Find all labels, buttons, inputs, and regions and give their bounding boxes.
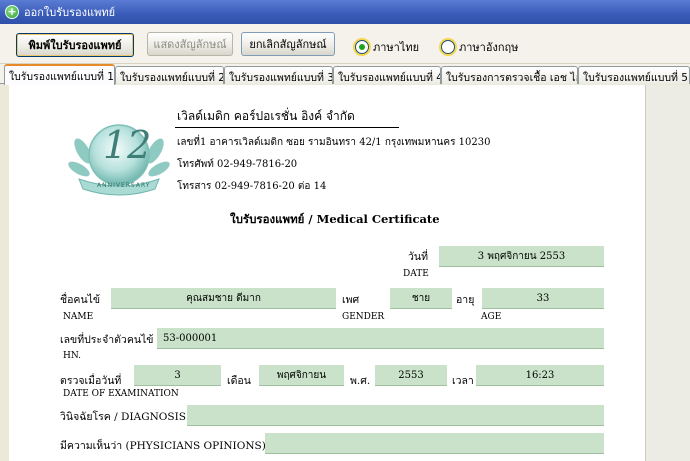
show-sign-button[interactable]: แสดงสัญลักษณ์ (147, 32, 233, 56)
right-gray-area (645, 85, 690, 461)
tab-certificate-1[interactable]: ใบรับรองแพทย์แบบที่ 1 (4, 64, 115, 85)
radio-lang-english[interactable]: ภาษาอังกฤษ (441, 38, 518, 56)
anniversary-logo: 12 ANNIVERSARY (65, 113, 175, 203)
age-sub-label: AGE (481, 312, 502, 322)
date-field[interactable]: 3 พฤศจิกายน 2553 (439, 246, 604, 267)
tab-certificate-3[interactable]: ใบรับรองแพทย์แบบที่ 3 (224, 66, 333, 84)
logo-ribbon-text: ANNIVERSARY (97, 182, 151, 189)
gender-label: เพศ (342, 294, 360, 306)
date-sub-label: DATE (403, 269, 429, 279)
company-name: เวิลด์เมดิก คอร์ปอเรชั่น อิงค์ จำกัด (177, 109, 355, 123)
tab-hiv-certificate[interactable]: ใบรับรองการตรวจเชื้อ เอช ไอ วี (441, 66, 578, 84)
toolbar: พิมพ์ใบรับรองแพทย์ แสดงสัญลักษณ์ ยกเลิกส… (0, 24, 690, 64)
gender-sub-label: GENDER (342, 312, 385, 322)
opinion-field[interactable] (265, 433, 604, 454)
diagnosis-field[interactable] (187, 405, 604, 426)
exam-month-field[interactable]: พฤศจิกายน (259, 365, 344, 386)
certificate-heading: ใบรับรองแพทย์ / Medical Certificate (230, 212, 440, 226)
hn-field[interactable]: 53-000001 (157, 328, 604, 349)
tab-certificate-2[interactable]: ใบรับรองแพทย์แบบที่ 2 (115, 66, 224, 84)
time-label: เวลา (452, 375, 474, 387)
logo-number: 12 (103, 123, 152, 167)
hn-label: เลขที่ประจำตัวคนไข้ (60, 334, 154, 346)
cancel-sign-button[interactable]: ยกเลิกสัญลักษณ์ (241, 32, 335, 56)
tab-certificate-5[interactable]: ใบรับรองแพทย์แบบที่ 5 (578, 66, 690, 84)
app-plus-icon: + (5, 5, 19, 19)
patient-name-field[interactable]: คุณสมชาย ดีมาก (111, 288, 336, 309)
company-address: เลขที่1 อาคารเวิลด์เมดิก ซอย รามอินทรา 4… (177, 137, 491, 148)
radio-lang-thai-label: ภาษาไทย (373, 41, 420, 54)
exam-day-field[interactable]: 3 (134, 365, 221, 386)
tab-strip: ใบรับรองแพทย์แบบที่ 1 ใบรับรองแพทย์แบบที… (0, 64, 690, 85)
title-bar: + ออกใบรับรองแพทย์ (0, 0, 690, 24)
company-underline (175, 127, 399, 128)
radio-selected-icon (355, 40, 369, 54)
radio-unselected-icon (441, 40, 455, 54)
exam-year-field[interactable]: 2553 (375, 365, 447, 386)
name-sub-label: NAME (63, 312, 94, 322)
date-label: วันที่ (408, 251, 428, 263)
print-certificate-button[interactable]: พิมพ์ใบรับรองแพทย์ (16, 33, 134, 57)
exam-sub-label: DATE OF EXAMINATION (63, 389, 179, 399)
month-label: เดือน (227, 375, 251, 387)
company-fax: โทรสาร 02-949-7816-20 ต่อ 14 (177, 181, 327, 192)
age-field[interactable]: 33 (482, 288, 604, 309)
diagnosis-label: วินิจฉัยโรค / DIAGNOSIS (60, 411, 186, 423)
hn-sub-label: HN. (63, 351, 82, 361)
radio-lang-english-label: ภาษาอังกฤษ (459, 41, 519, 54)
name-label: ชื่อคนไข้ (60, 294, 101, 306)
gender-field[interactable]: ชาย (390, 288, 452, 309)
window-title: ออกใบรับรองแพทย์ (24, 6, 116, 19)
exam-time-field[interactable]: 16:23 (476, 365, 604, 386)
radio-lang-thai[interactable]: ภาษาไทย (355, 38, 419, 56)
exam-date-label: ตรวจเมื่อวันที่ (60, 375, 122, 387)
company-phone: โทรศัพท์ 02-949-7816-20 (177, 159, 298, 170)
age-label: อายุ (456, 294, 475, 306)
certificate-paper: 12 ANNIVERSARY เวิลด์เมดิก คอร์ปอเรชั่น … (9, 85, 645, 461)
opinion-label: มีความเห็นว่า (PHYSICIANS OPINIONS) (60, 440, 266, 452)
tab-certificate-4[interactable]: ใบรับรองแพทย์แบบที่ 4 (333, 66, 441, 84)
year-label: พ.ศ. (350, 375, 371, 387)
